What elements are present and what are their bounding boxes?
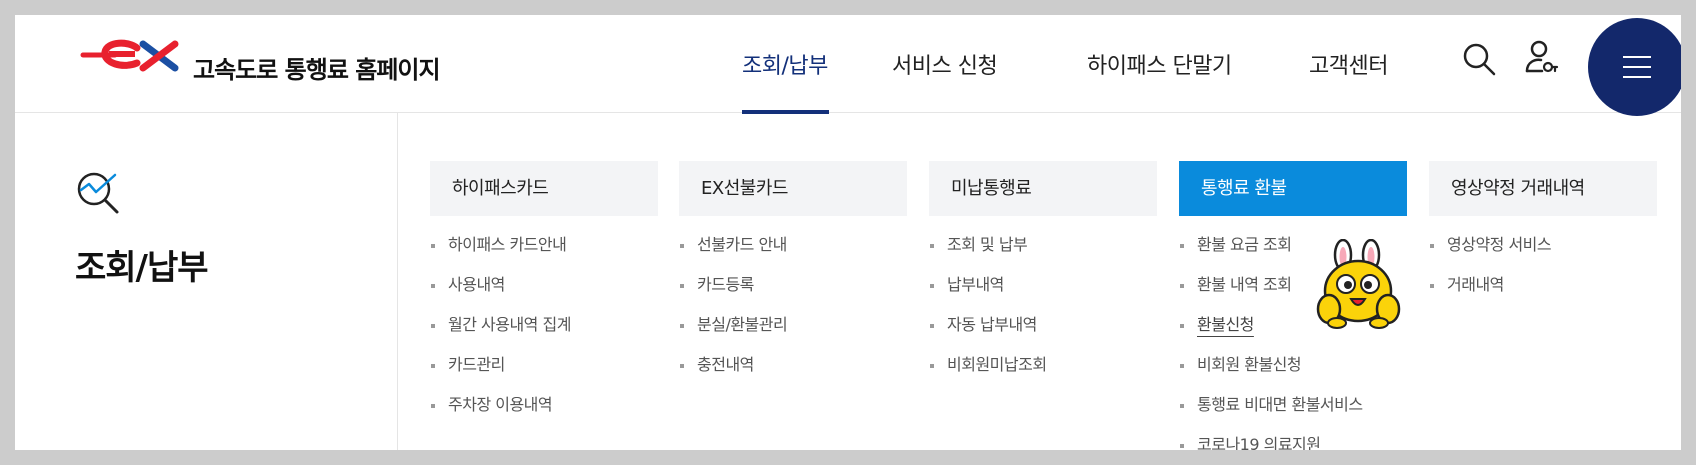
submenu-item[interactable]: 자동 납부내역: [929, 311, 1157, 351]
column-heading-active[interactable]: 통행료 환불: [1179, 161, 1407, 216]
nav-item-hipass-terminal[interactable]: 하이패스 단말기: [1087, 48, 1232, 80]
submenu-item[interactable]: 통행료 비대면 환불서비스: [1179, 391, 1407, 431]
menu-column-video-agreement: 영상약정 거래내역 영상약정 서비스 거래내역: [1429, 161, 1657, 311]
submenu-list: 하이패스 카드안내 사용내역 월간 사용내역 집계 카드관리 주차장 이용내역: [430, 231, 658, 431]
submenu-item-label: 환불신청: [1197, 315, 1254, 334]
column-heading[interactable]: EX선불카드: [679, 161, 907, 216]
nav-item-customer-center[interactable]: 고객센터: [1309, 48, 1388, 80]
user-login-icon[interactable]: [1523, 39, 1559, 79]
menu-icon: [1623, 56, 1651, 58]
site-title[interactable]: 고속도로 통행료 홈페이지: [193, 50, 441, 85]
submenu-item[interactable]: 분실/환불관리: [679, 311, 907, 351]
panel-title: 조회/납부: [75, 248, 209, 288]
column-heading[interactable]: 하이패스카드: [430, 161, 658, 216]
submenu-item[interactable]: 하이패스 카드안내: [430, 231, 658, 271]
submenu-item[interactable]: 조회 및 납부: [929, 231, 1157, 271]
submenu-list: 조회 및 납부 납부내역 자동 납부내역 비회원미납조회: [929, 231, 1157, 391]
submenu-item[interactable]: 카드등록: [679, 271, 907, 311]
submenu-item[interactable]: 코로나19 의료지원: [1179, 431, 1407, 450]
submenu-item[interactable]: 선불카드 안내: [679, 231, 907, 271]
submenu-item[interactable]: 주차장 이용내역: [430, 391, 658, 431]
submenu-item[interactable]: 월간 사용내역 집계: [430, 311, 658, 351]
menu-column-unpaid-toll: 미납통행료 조회 및 납부 납부내역 자동 납부내역 비회원미납조회: [929, 161, 1157, 391]
column-heading[interactable]: 미납통행료: [929, 161, 1157, 216]
menu-column-hipass-card: 하이패스카드 하이패스 카드안내 사용내역 월간 사용내역 집계 카드관리 주차…: [430, 161, 658, 431]
rabbit-mascot-icon: [1316, 239, 1401, 329]
column-heading[interactable]: 영상약정 거래내역: [1429, 161, 1657, 216]
submenu-item[interactable]: 충전내역: [679, 351, 907, 391]
submenu-list: 영상약정 서비스 거래내역: [1429, 231, 1657, 311]
nav-active-indicator: [742, 110, 829, 114]
nav-item-inquiry-payment[interactable]: 조회/납부: [742, 48, 828, 80]
nav-item-service-application[interactable]: 서비스 신청: [892, 48, 998, 80]
submenu-item[interactable]: 비회원미납조회: [929, 351, 1157, 391]
submenu-item[interactable]: 납부내역: [929, 271, 1157, 311]
submenu-item[interactable]: 비회원 환불신청: [1179, 351, 1407, 391]
panel-divider: [397, 113, 398, 450]
submenu-item[interactable]: 영상약정 서비스: [1429, 231, 1657, 271]
menu-column-ex-prepaid-card: EX선불카드 선불카드 안내 카드등록 분실/환불관리 충전내역: [679, 161, 907, 391]
search-chart-icon: [77, 172, 119, 214]
menu-icon-line: [1623, 76, 1651, 78]
search-icon[interactable]: [1461, 41, 1497, 77]
submenu-item[interactable]: 거래내역: [1429, 271, 1657, 311]
ex-logo-icon[interactable]: [79, 35, 197, 75]
submenu-item[interactable]: 사용내역: [430, 271, 658, 311]
page-frame: 고속도로 통행료 홈페이지 조회/납부 서비스 신청 하이패스 단말기 고객센터: [15, 15, 1681, 450]
site-header: 고속도로 통행료 홈페이지 조회/납부 서비스 신청 하이패스 단말기 고객센터: [15, 15, 1681, 116]
menu-icon-line: [1623, 66, 1651, 68]
submenu-item[interactable]: 카드관리: [430, 351, 658, 391]
submenu-list: 선불카드 안내 카드등록 분실/환불관리 충전내역: [679, 231, 907, 391]
menu-button[interactable]: [1588, 18, 1681, 116]
